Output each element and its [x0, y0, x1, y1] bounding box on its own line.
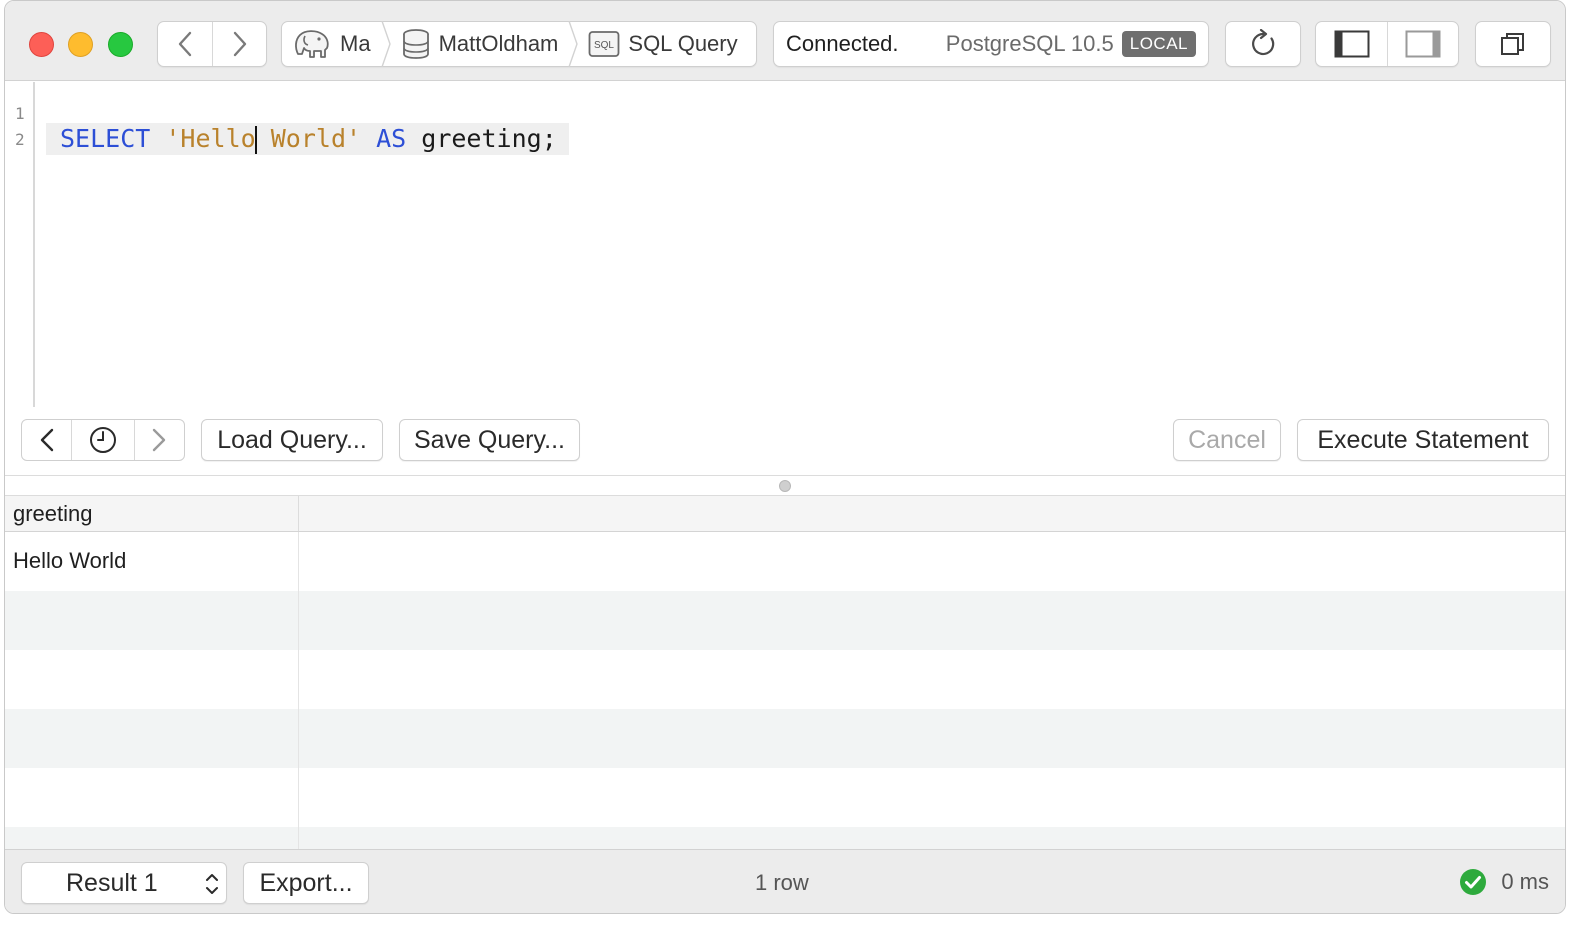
success-check-icon [1460, 869, 1487, 895]
server-version: PostgreSQL 10.5 [945, 31, 1114, 56]
empty-row [5, 768, 1565, 827]
line-number: 2 [15, 130, 25, 149]
status-bar: Result 1 Export... 1 row 0 ms [5, 849, 1565, 913]
row-count: 1 row [755, 870, 809, 895]
zoom-window-button[interactable] [108, 32, 133, 57]
string-literal-part: 'Hello [165, 124, 256, 153]
code-line[interactable]: SELECT 'Hello World' AS greeting; [46, 123, 569, 155]
chevron-left-icon [178, 31, 192, 57]
close-window-button[interactable] [29, 32, 54, 57]
toggle-left-sidebar-button[interactable] [1316, 22, 1387, 66]
empty-row [5, 709, 1565, 768]
chevron-left-icon [40, 428, 53, 452]
column-gridline [298, 532, 299, 849]
local-badge: LOCAL [1121, 31, 1196, 57]
history-nav [157, 21, 267, 67]
save-query-button[interactable]: Save Query... [399, 419, 580, 461]
server-info: PostgreSQL 10.5 LOCAL [946, 31, 1196, 57]
breadcrumb-query-label: SQL Query [628, 31, 738, 56]
query-toolbar: Load Query... Save Query... Cancel Execu… [5, 419, 1565, 467]
left-sidebar-icon [1334, 30, 1369, 58]
execution-time: 0 ms [1459, 868, 1549, 896]
keyword-select: SELECT [60, 124, 151, 153]
column-header-greeting[interactable]: greeting [13, 501, 93, 527]
breadcrumb-database-label: MattOldham [438, 31, 559, 56]
app-window: Ma MattOldham SQL SQL Query Connected. P… [4, 0, 1566, 914]
table-header: greeting [5, 495, 1565, 532]
back-button[interactable] [158, 22, 212, 66]
breadcrumb: Ma MattOldham SQL SQL Query [281, 21, 757, 67]
keyword-as: AS [376, 124, 407, 153]
empty-row [5, 650, 1565, 709]
result-set-value: Result 1 [66, 868, 158, 897]
refresh-icon [1226, 22, 1300, 66]
sidebar-toggles [1315, 21, 1459, 67]
line-gutter: 1 2 [5, 82, 35, 407]
refresh-button[interactable] [1225, 21, 1301, 67]
windows-icon [1476, 22, 1550, 66]
sql-editor[interactable]: 1 2 SELECT 'Hello World' AS greeting; [5, 82, 1565, 412]
forward-button[interactable] [212, 22, 266, 66]
up-down-chevron-icon [206, 874, 218, 894]
chevron-right-icon [153, 428, 166, 452]
sql-icon-text: SQL [594, 40, 614, 51]
query-history-nav [21, 419, 185, 461]
cancel-button[interactable]: Cancel [1173, 419, 1281, 461]
minimize-window-button[interactable] [68, 32, 93, 57]
table-cell[interactable]: Hello World [13, 548, 126, 574]
identifier: greeting; [421, 124, 557, 153]
chevron-right-icon [233, 31, 246, 57]
split-divider[interactable] [5, 475, 1565, 495]
right-sidebar-icon [1405, 30, 1441, 58]
sql-file-icon: SQL [588, 30, 620, 58]
breadcrumb-separator [380, 21, 391, 67]
postgres-elephant-icon [292, 28, 332, 60]
execution-time-value: 0 ms [1501, 869, 1549, 894]
breadcrumb-server-label: Ma [340, 31, 371, 56]
clock-icon [89, 427, 116, 453]
load-query-button[interactable]: Load Query... [201, 419, 383, 461]
breadcrumb-database[interactable]: MattOldham [391, 22, 569, 66]
empty-row [5, 827, 1565, 849]
table-row[interactable]: Hello World [5, 532, 1565, 591]
title-bar: Ma MattOldham SQL SQL Query Connected. P… [5, 1, 1565, 81]
new-window-button[interactable] [1475, 21, 1551, 67]
previous-query-button[interactable] [22, 420, 71, 460]
database-icon [401, 28, 431, 60]
results-table: greeting Hello World [5, 495, 1565, 849]
execute-statement-button[interactable]: Execute Statement [1297, 419, 1549, 461]
connection-status: Connected. PostgreSQL 10.5 LOCAL [773, 21, 1209, 67]
resize-handle[interactable] [779, 480, 791, 492]
breadcrumb-query[interactable]: SQL SQL Query [578, 22, 747, 66]
breadcrumb-server[interactable]: Ma [282, 22, 381, 66]
result-set-select[interactable]: Result 1 [21, 862, 227, 904]
line-number: 1 [15, 104, 25, 123]
query-history-button[interactable] [71, 420, 133, 460]
export-button[interactable]: Export... [243, 862, 369, 904]
string-literal-part: World' [255, 124, 362, 153]
toggle-right-sidebar-button[interactable] [1387, 22, 1458, 66]
next-query-button[interactable] [133, 420, 184, 460]
status-text: Connected. [786, 31, 899, 56]
empty-row [5, 591, 1565, 650]
column-separator[interactable] [298, 496, 299, 531]
breadcrumb-separator [568, 21, 579, 67]
